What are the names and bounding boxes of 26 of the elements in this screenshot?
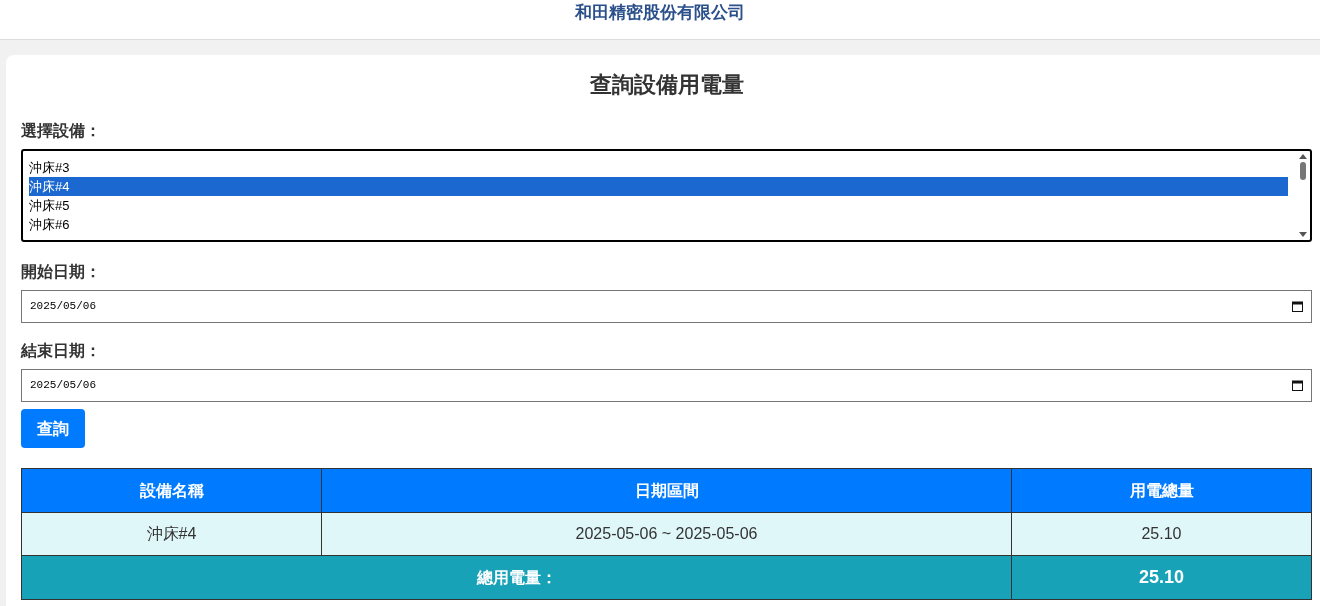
calendar-icon[interactable]	[1292, 380, 1303, 391]
table-cell: 沖床#4	[21, 512, 322, 556]
column-header: 設備名稱	[21, 468, 322, 513]
date-field[interactable]: 2025/05/06	[21, 369, 1312, 402]
scrollbar-thumb[interactable]	[1300, 161, 1306, 180]
page-title: 查詢設備用電量	[588, 71, 745, 99]
company-name: 和田精密股份有限公司	[575, 1, 745, 24]
total-value: 25.10	[1011, 555, 1312, 600]
column-header: 日期區間	[321, 468, 1012, 513]
listbox-option[interactable]: 沖床#3	[29, 157, 1288, 177]
total-label: 總用電量：	[21, 555, 1012, 600]
calendar-icon[interactable]	[1292, 301, 1303, 312]
scroll-down-icon[interactable]	[1299, 232, 1307, 238]
scroll-up-icon[interactable]	[1299, 153, 1307, 159]
field-label: 選擇設備：	[21, 121, 102, 141]
equipment-listbox[interactable]: 沖床#3 沖床#4 沖床#5 沖床#6	[21, 149, 1312, 242]
listbox-option[interactable]: 沖床#5	[29, 195, 1288, 215]
query-button[interactable]: 查詢	[21, 409, 85, 448]
field-label: 開始日期：	[21, 262, 102, 282]
date-field[interactable]: 2025/05/06	[21, 290, 1312, 323]
field-label: 結束日期：	[21, 341, 102, 361]
listbox-option[interactable]: 沖床#6	[29, 214, 1288, 234]
column-header: 用電總量	[1011, 468, 1312, 513]
table-cell: 25.10	[1011, 512, 1312, 556]
table-cell: 2025-05-06 ~ 2025-05-06	[321, 512, 1012, 556]
listbox-option[interactable]: 沖床#4	[29, 176, 1288, 196]
